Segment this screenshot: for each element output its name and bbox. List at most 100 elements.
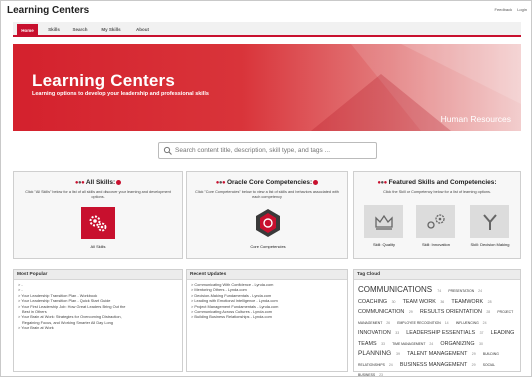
tag-label[interactable]: INNOVATION [358,330,392,336]
tag-label[interactable]: TEAMWORK [451,299,484,305]
all-skills-card: ●●● All Skills: Click "All Skills" below… [13,171,183,259]
app-window: Learning Centers Feedback Login Home Ski… [0,0,532,377]
info-badge-icon [116,179,122,185]
featured-title: Featured Skills and Competencies: [388,179,497,186]
tag-label[interactable]: COACHING [358,299,389,305]
tag-count: 23 [379,373,383,377]
recent-updates-title: Recent Updates [187,270,347,280]
tag-link[interactable]: BUSINESS MANAGEMENT 29 [400,362,479,368]
app-title: Learning Centers [7,5,90,16]
tag-count: 29 [471,352,476,356]
hero-banner: Learning Centers Learning options to dev… [13,44,521,131]
tag-label[interactable]: INFLUENCING [456,321,480,325]
tab-skills[interactable]: Skills [44,24,64,35]
tab-my-skills[interactable]: My Skills [97,24,125,35]
all-skills-title: All Skills: [85,179,116,186]
tag-cloud-panel: Tag Cloud COMMUNICATIONS 74 PRESENTATION… [353,269,521,377]
tag-label[interactable]: ORGANIZING [440,341,476,347]
tag-count: 14 [444,320,449,325]
tag-label[interactable]: PLANNING [358,350,393,357]
featured-description: Click the Skill or Competency below for … [383,190,491,194]
core-description: Click "Core Competencies" below to view … [195,190,339,199]
tag-count: 28 [486,310,491,314]
tag-count: 29 [471,362,476,367]
tab-about[interactable]: About [131,24,154,35]
main-nav: Home Skills Search My Skills About [13,22,521,37]
dots-icon: ●●● [377,180,387,186]
tag-link[interactable]: PLANNING 39 [358,350,403,357]
tag-link[interactable]: COMMUNICATION 29 [358,309,416,315]
list-item[interactable]: > Building Business Relationships - Lynd… [191,314,343,319]
tag-count: 39 [396,352,400,356]
banner-title: Learning Centers [32,71,176,90]
recent-updates-list: > Communicating With Confidence - Lynda.… [187,280,347,322]
skill-innovation-label[interactable]: Skill: Innovation [408,242,464,247]
tag-count: 30 [479,341,483,346]
core-competencies-label[interactable]: Core Competencies [227,244,309,249]
tag-label[interactable]: TEAM WORK [403,299,438,305]
skill-decision-label[interactable]: Skill: Decision Making [460,242,520,247]
innovation-gears-icon [426,213,445,229]
info-badge-icon [313,179,319,185]
core-heading: ●●● Oracle Core Competencies: [187,179,347,186]
tag-link[interactable]: INNOVATION 33 [358,330,402,336]
tag-link[interactable]: ORGANIZING 30 [440,341,486,347]
tag-label[interactable]: COMMUNICATIONS [358,285,434,294]
skill-quality-tile[interactable] [364,205,403,238]
tag-label[interactable]: TIME MANAGEMENT [392,342,426,346]
banner-subtitle: Learning options to develop your leaders… [32,91,209,97]
featured-heading: ●●● Featured Skills and Competencies: [354,179,520,186]
tag-link[interactable]: RESULTS ORIENTATION 28 [420,309,493,315]
tag-link[interactable]: TIME MANAGEMENT 24 [392,341,436,346]
core-competencies-tile[interactable] [253,207,283,239]
tag-label[interactable]: PRESENTATION [448,289,475,293]
skill-decision-tile[interactable] [470,205,509,238]
tag-count: 36 [440,299,445,304]
tab-search[interactable]: Search [68,24,92,35]
search-box [158,142,377,159]
feedback-link[interactable]: Feedback [495,7,513,12]
most-popular-list: > - > - > Your Leadership Transition Pla… [14,280,182,333]
fork-road-icon [482,213,497,230]
all-skills-label[interactable]: All Skills [69,244,127,249]
core-competencies-card: ●●● Oracle Core Competencies: Click "Cor… [186,171,348,259]
tag-link[interactable]: TALENT MANAGEMENT 29 [407,351,479,357]
top-links: Feedback Login [491,7,528,12]
tag-label[interactable]: EMPLOYEE RECOGNITION [397,321,441,325]
core-title: Oracle Core Competencies: [226,179,313,186]
all-skills-tile[interactable] [81,207,115,239]
search-input[interactable] [175,144,373,157]
recent-updates-panel: Recent Updates > Communicating With Conf… [186,269,348,372]
skill-quality-label[interactable]: Skill: Quality [358,242,410,247]
all-skills-description: Click "All Skills" below for a list of a… [25,190,171,199]
tag-label[interactable]: RESULTS ORIENTATION [420,309,484,315]
dots-icon: ●●● [215,180,226,186]
tag-label[interactable]: LEADERSHIP ESSENTIALS [406,330,476,336]
tag-link[interactable]: COACHING 30 [358,299,398,305]
banner-org: Human Resources [440,114,511,124]
tag-count: 24 [478,289,483,293]
tag-count: 37 [479,331,484,335]
tag-label[interactable]: COMMUNICATION [358,309,406,315]
list-item[interactable]: > Your Brain at Work [18,325,178,330]
tag-count: 26 [386,320,391,325]
tag-count: 24 [388,362,393,367]
tag-link[interactable]: TEAM WORK 36 [403,299,448,305]
tag-link[interactable]: EMPLOYEE RECOGNITION 14 [397,320,451,325]
tag-label[interactable]: TALENT MANAGEMENT [407,351,469,357]
tag-link[interactable]: INFLUENCING 24 [456,320,490,325]
tag-count: 33 [381,341,385,346]
hexagon-icon [256,209,280,237]
tag-label[interactable]: BUSINESS MANAGEMENT [400,362,469,368]
tag-link[interactable]: PRESENTATION 24 [448,288,485,293]
featured-card: ●●● Featured Skills and Competencies: Cl… [353,171,521,259]
tag-link[interactable]: LEADERSHIP ESSENTIALS 37 [406,330,486,336]
skill-innovation-tile[interactable] [416,205,455,238]
tag-link[interactable]: COMMUNICATIONS 74 [358,285,444,294]
tag-count: 24 [482,320,487,325]
search-icon [163,146,172,155]
tag-count: 33 [395,331,400,335]
tag-link[interactable]: TEAMWORK 28 [451,299,494,305]
tab-home[interactable]: Home [17,24,38,37]
login-link[interactable]: Login [517,7,527,12]
